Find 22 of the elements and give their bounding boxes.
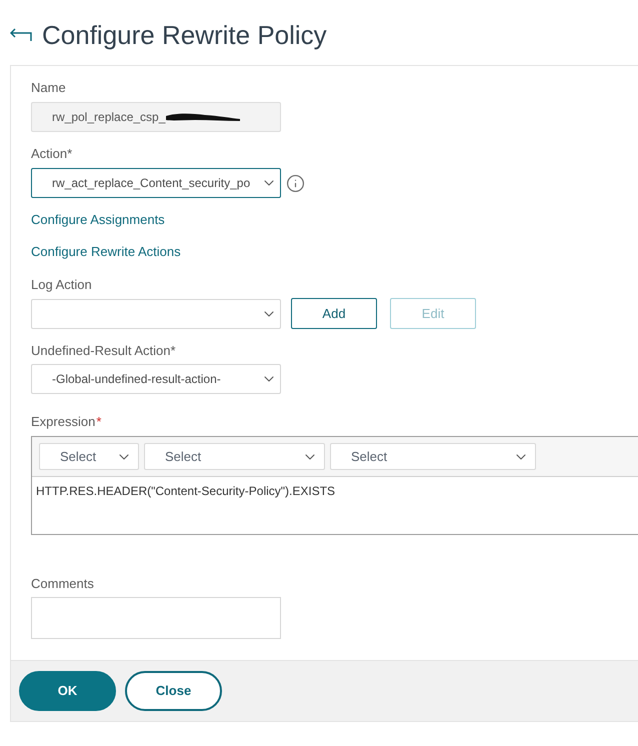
field-label: Action* <box>31 145 72 163</box>
action-select[interactable]: rw_act_replace_Content_security_po <box>31 168 281 198</box>
add-button[interactable]: Add <box>291 298 377 329</box>
comments-field[interactable] <box>31 597 281 639</box>
configure-link[interactable]: Configure Rewrite Actions <box>31 243 181 261</box>
undefined-result-select[interactable]: -Global-undefined-result-action- <box>31 364 281 394</box>
close-button[interactable]: Close <box>125 671 222 711</box>
field-label: Comments <box>31 575 94 593</box>
back-arrow-icon[interactable] <box>10 28 32 42</box>
field-label: Log Action <box>31 276 92 294</box>
required-mark: * <box>96 413 102 431</box>
expression-select[interactable]: Select <box>144 443 325 470</box>
configure-link[interactable]: Configure Assignments <box>31 211 165 229</box>
info-icon[interactable] <box>286 174 305 192</box>
field-label: Name <box>31 79 66 97</box>
expression-select[interactable]: Select <box>330 443 536 470</box>
field-label: Undefined-Result Action* <box>31 342 176 360</box>
expression-select[interactable]: Select <box>39 443 139 470</box>
expression-text[interactable]: HTTP.RES.HEADER("Content-Security-Policy").EXISTS <box>32 477 638 534</box>
page-title: Configure Rewrite Policy <box>42 20 327 50</box>
field-label: Expression <box>31 413 96 431</box>
ok-button[interactable]: OK <box>19 671 116 711</box>
